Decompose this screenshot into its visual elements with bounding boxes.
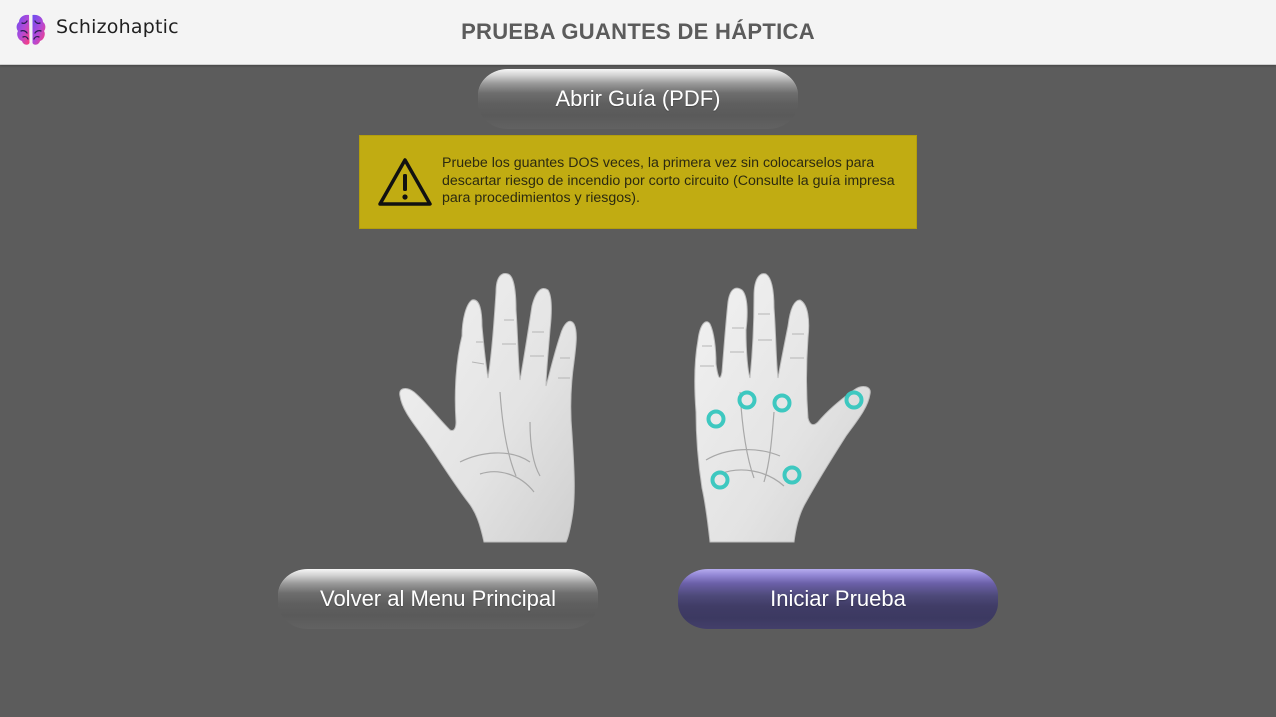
app-window: Schizohaptic PRUEBA GUANTES DE HÁPTICA A… (0, 0, 1276, 717)
back-to-main-menu-label: Volver al Menu Principal (319, 586, 556, 611)
warning-triangle-icon (378, 158, 432, 206)
hands-illustration (399, 273, 871, 543)
warning-message: Pruebe los guantes DOS veces, la primera… (442, 155, 895, 206)
warning-banner: Pruebe los guantes DOS veces, la primera… (359, 135, 917, 229)
back-to-main-menu-button[interactable]: Volver al Menu Principal (278, 569, 598, 629)
page-title: PRUEBA GUANTES DE HÁPTICA (461, 19, 815, 44)
open-guide-pdf-label: Abrir Guía (PDF) (555, 86, 721, 111)
start-test-button[interactable]: Iniciar Prueba (678, 569, 998, 629)
left-hand-illustration (399, 273, 577, 543)
right-hand-illustration (694, 273, 871, 543)
open-guide-pdf-button[interactable]: Abrir Guía (PDF) (478, 69, 798, 129)
start-test-label: Iniciar Prueba (770, 586, 906, 611)
top-bar: Schizohaptic PRUEBA GUANTES DE HÁPTICA (0, 0, 1276, 65)
